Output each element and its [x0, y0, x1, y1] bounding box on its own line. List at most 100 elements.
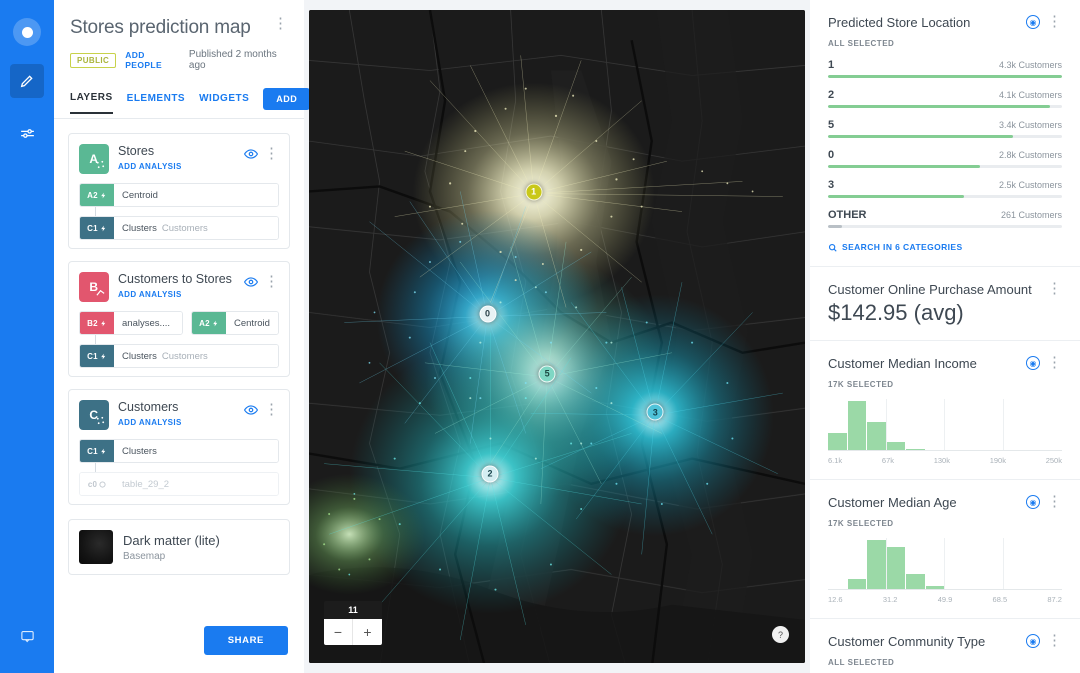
- widget-tools: ◉ ⋮: [1026, 14, 1062, 30]
- widget-kebab-menu[interactable]: ⋮: [1047, 494, 1062, 510]
- widget-kebab-menu[interactable]: ⋮: [1047, 633, 1062, 649]
- node-connector: [95, 207, 96, 216]
- panel-footer: SHARE: [54, 626, 304, 673]
- tab-widgets[interactable]: WIDGETS: [199, 93, 249, 113]
- layer-card-customers-to-stores[interactable]: B Customers to Stores ADD ANALYSIS ⋮ B2 …: [68, 261, 290, 377]
- visibility-badge[interactable]: PUBLIC: [70, 52, 117, 68]
- node-badge-label: c0: [87, 479, 98, 489]
- layer-kebab-menu[interactable]: ⋮: [264, 402, 279, 418]
- add-analysis-link[interactable]: ADD ANALYSIS: [118, 290, 235, 299]
- map-container: 1 0 5 3 2 11 − + ?: [304, 0, 810, 673]
- node-label: Clusters: [122, 350, 157, 362]
- node-label: Clusters: [122, 222, 157, 234]
- add-button[interactable]: ADD: [263, 88, 311, 110]
- layer-chip-c: C: [79, 400, 109, 430]
- node-label: Clusters: [122, 445, 157, 457]
- axis-tick: 67k: [881, 456, 894, 465]
- map-canvas[interactable]: 1 0 5 3 2 11 − + ?: [309, 10, 805, 663]
- widget-kebab-menu[interactable]: ⋮: [1047, 281, 1062, 297]
- cluster-marker[interactable]: 3: [646, 403, 664, 421]
- basemap-name: Dark matter (lite): [123, 532, 220, 548]
- widget-predicted-store-location: Predicted Store Location ◉ ⋮ ALL SELECTE…: [810, 0, 1080, 267]
- category-row[interactable]: OTHER 261 Customers: [828, 209, 1062, 228]
- layer-name: Stores: [118, 144, 155, 158]
- eye-icon[interactable]: [244, 403, 258, 417]
- app-root: Stores prediction map ⋮ PUBLIC ADD PEOPL…: [0, 0, 1080, 673]
- node-badge-label: A2: [87, 190, 98, 200]
- published-text: Published 2 months ago: [188, 49, 277, 71]
- eye-icon[interactable]: [244, 147, 258, 161]
- cluster-marker[interactable]: 1: [525, 183, 543, 201]
- category-value: 4.1k Customers: [998, 90, 1062, 100]
- node-connector: [95, 335, 96, 344]
- layer-card-stores[interactable]: A Stores ADD ANALYSIS ⋮ A2 Centroid C1 C…: [68, 133, 290, 249]
- settings-tool-button[interactable]: [10, 116, 44, 150]
- histogram-income[interactable]: [828, 399, 1062, 451]
- analysis-node-c1-clusters[interactable]: C1 Clusters: [79, 439, 279, 463]
- layer-kebab-menu[interactable]: ⋮: [264, 274, 279, 290]
- analysis-node-b2[interactable]: B2 analyses....: [79, 311, 183, 335]
- zoom-out-button[interactable]: −: [324, 619, 353, 645]
- node-label: analyses....: [122, 317, 171, 329]
- category-line: 1 4.3k Customers: [828, 59, 1062, 71]
- cluster-marker[interactable]: 5: [538, 365, 556, 383]
- category-row[interactable]: 3 2.5k Customers: [828, 179, 1062, 198]
- category-row[interactable]: 5 3.4k Customers: [828, 119, 1062, 138]
- bolt-icon: [100, 320, 106, 326]
- widget-header: Customer Median Income ◉ ⋮: [828, 355, 1062, 371]
- category-row[interactable]: 0 2.8k Customers: [828, 149, 1062, 168]
- tab-layers[interactable]: LAYERS: [70, 92, 113, 114]
- node-label-wrap: Clusters Customers: [114, 345, 278, 367]
- widget-kebab-menu[interactable]: ⋮: [1047, 14, 1062, 30]
- layer-header: C Customers ADD ANALYSIS ⋮: [79, 400, 279, 430]
- histogram-baseline: [828, 450, 1062, 451]
- source-node-table[interactable]: c0 table_29_2: [79, 472, 279, 496]
- feedback-tool-button[interactable]: [10, 619, 44, 653]
- filter-icon[interactable]: ◉: [1026, 634, 1040, 648]
- histogram-bars: [828, 399, 1062, 451]
- search-icon: [828, 243, 837, 252]
- widget-subtitle: 17K SELECTED: [828, 519, 894, 528]
- add-analysis-link[interactable]: ADD ANALYSIS: [118, 418, 235, 427]
- points-icon: [96, 416, 105, 425]
- category-row[interactable]: 2 4.1k Customers: [828, 89, 1062, 108]
- analysis-node-c1[interactable]: C1 Clusters Customers: [79, 216, 279, 240]
- filter-icon[interactable]: ◉: [1026, 495, 1040, 509]
- layer-kebab-menu[interactable]: ⋮: [264, 146, 279, 162]
- cluster-marker[interactable]: 2: [481, 465, 499, 483]
- layer-card-customers[interactable]: C Customers ADD ANALYSIS ⋮ C1 Clusters c…: [68, 389, 290, 505]
- panel-kebab-menu[interactable]: ⋮: [273, 16, 288, 32]
- filter-icon[interactable]: ◉: [1026, 356, 1040, 370]
- help-button[interactable]: ?: [772, 626, 789, 643]
- histogram-age[interactable]: [828, 538, 1062, 590]
- zoom-in-button[interactable]: +: [353, 619, 382, 645]
- add-people-link[interactable]: ADD PEOPLE: [125, 50, 180, 70]
- basemap-card[interactable]: Dark matter (lite) Basemap: [68, 519, 290, 575]
- layer-icons: ⋮: [244, 400, 279, 418]
- axis-tick: 130k: [933, 456, 950, 465]
- node-label: table_29_2: [122, 478, 170, 490]
- category-row[interactable]: 1 4.3k Customers: [828, 59, 1062, 78]
- category-line: OTHER 261 Customers: [828, 209, 1062, 221]
- eye-icon[interactable]: [244, 275, 258, 289]
- layer-header: B Customers to Stores ADD ANALYSIS ⋮: [79, 272, 279, 302]
- widget-online-purchase-amount: Customer Online Purchase Amount ⋮ $142.9…: [810, 267, 1080, 341]
- category-value: 261 Customers: [1000, 210, 1062, 220]
- node-label: Centroid: [122, 189, 158, 201]
- analysis-node-c1-ref[interactable]: C1 Clusters Customers: [79, 344, 279, 368]
- dot-logo-icon[interactable]: [13, 18, 41, 46]
- analysis-node-a2[interactable]: A2 Centroid: [79, 183, 279, 207]
- cluster-marker[interactable]: 0: [479, 305, 497, 323]
- filter-icon[interactable]: ◉: [1026, 15, 1040, 29]
- widget-kebab-menu[interactable]: ⋮: [1047, 355, 1062, 371]
- category-value: 4.3k Customers: [998, 60, 1062, 70]
- search-categories-link[interactable]: SEARCH IN 6 CATEGORIES: [828, 242, 1062, 252]
- analysis-node-a2-ref[interactable]: A2 Centroid: [191, 311, 279, 335]
- add-analysis-link[interactable]: ADD ANALYSIS: [118, 162, 235, 171]
- share-button[interactable]: SHARE: [203, 626, 288, 655]
- widgets-panel: Predicted Store Location ◉ ⋮ ALL SELECTE…: [810, 0, 1080, 673]
- tab-elements[interactable]: ELEMENTS: [127, 93, 185, 113]
- histogram-axis-age: 12.6 31.2 49.9 68.5 87.2: [828, 595, 1062, 604]
- edit-tool-button[interactable]: [10, 64, 44, 98]
- node-row: B2 analyses.... A2 Centroid: [79, 311, 279, 335]
